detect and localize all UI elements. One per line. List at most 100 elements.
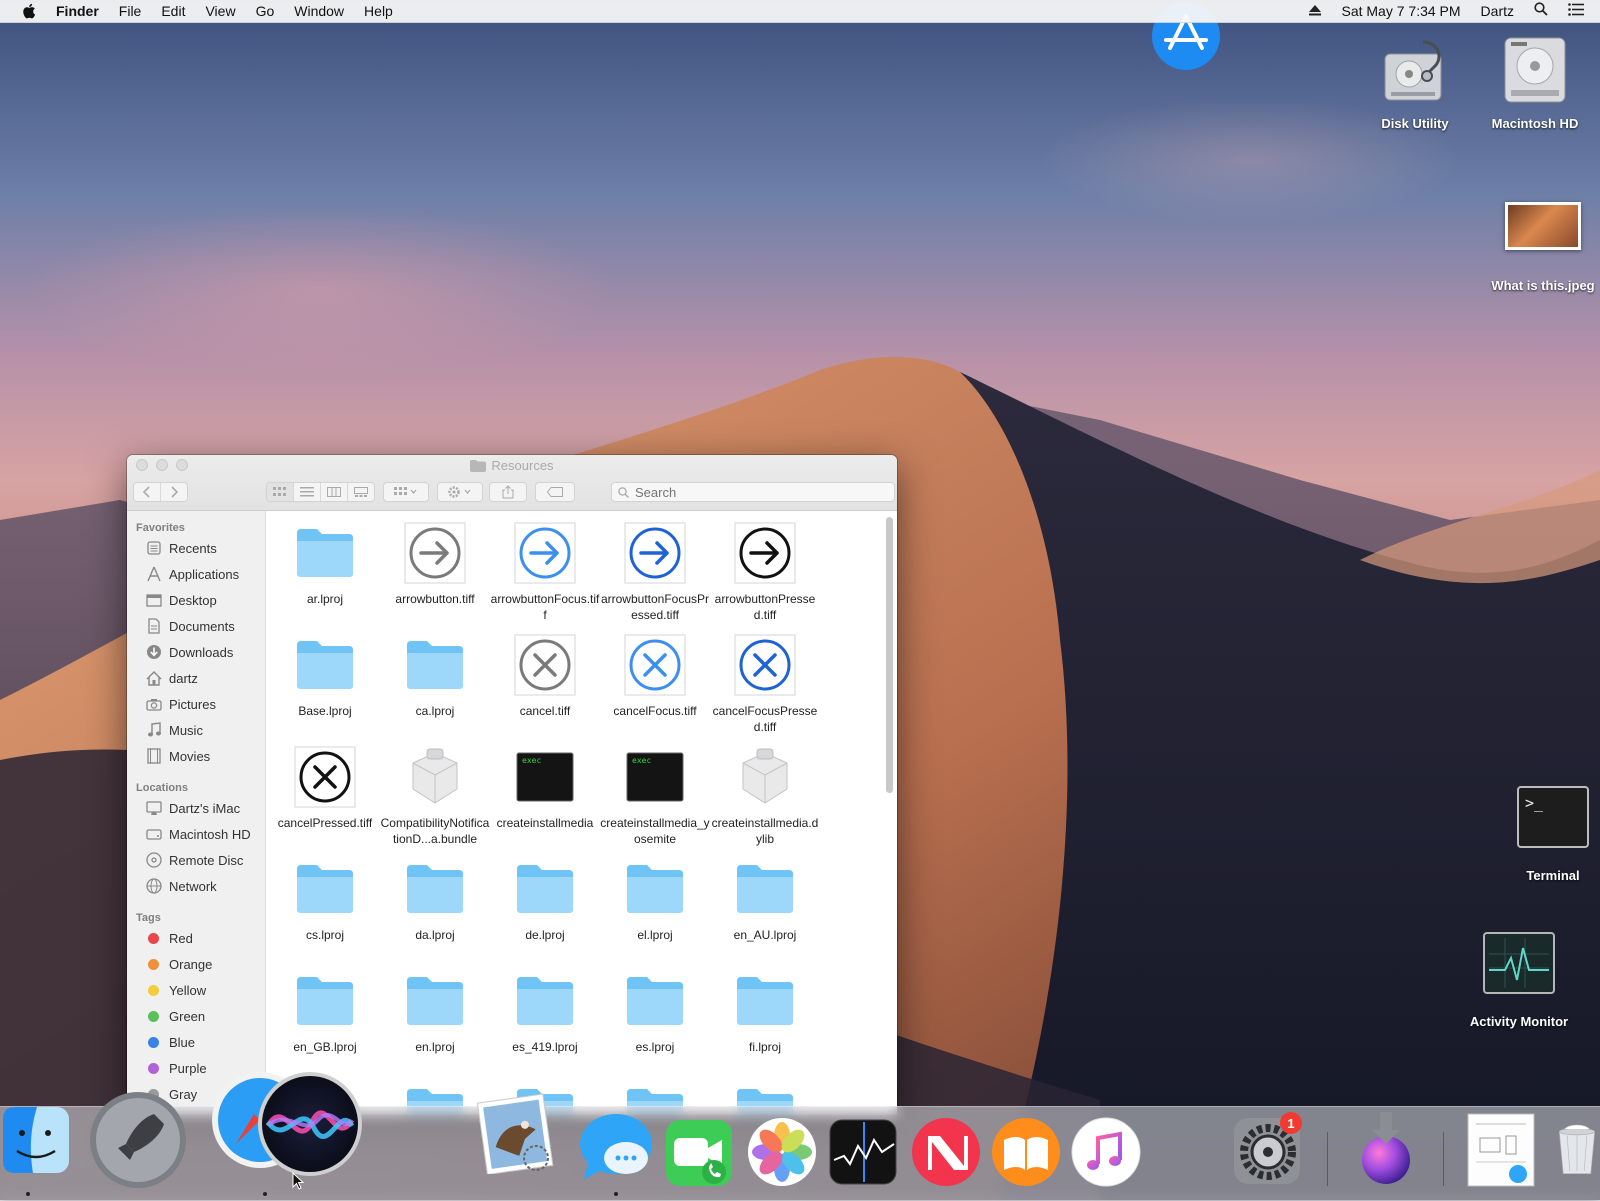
forward-button[interactable]	[161, 483, 187, 501]
menu-edit[interactable]: Edit	[151, 0, 195, 22]
sidebar-tag-orange[interactable]: Orange	[127, 951, 265, 977]
dock-books-icon[interactable]	[990, 1116, 1062, 1188]
sidebar-item-music[interactable]: Music	[127, 717, 265, 743]
sidebar-item-label: Yellow	[169, 982, 207, 998]
menu-file[interactable]: File	[109, 0, 152, 22]
file-item-base-lproj[interactable]: Base.lproj	[270, 633, 380, 719]
file-item-compatibilitynotificationd-a-bundle[interactable]: CompatibilityNotificationD...a.bundle	[380, 745, 490, 847]
eject-icon[interactable]	[1299, 0, 1331, 22]
sidebar-item-desktop[interactable]: Desktop	[127, 587, 265, 613]
back-button[interactable]	[134, 483, 161, 501]
sidebar-item-macintosh-hd[interactable]: Macintosh HD	[127, 821, 265, 847]
dock-preview-icon[interactable]	[1464, 1112, 1538, 1188]
file-item-cancelfocuspressed-tiff[interactable]: cancelFocusPressed.tiff	[710, 633, 820, 735]
file-name: cancel.tiff	[519, 704, 571, 718]
dock-trash-icon[interactable]	[1554, 1112, 1600, 1188]
sidebar-item-applications[interactable]: Applications	[127, 561, 265, 587]
file-item-es-lproj[interactable]: es.lproj	[600, 969, 710, 1055]
menu-go[interactable]: Go	[246, 0, 285, 22]
sidebar-item-imac[interactable]: Dartz's iMac	[127, 795, 265, 821]
dock-messages-icon[interactable]	[578, 1112, 654, 1184]
dock-news-icon[interactable]	[910, 1116, 982, 1188]
apple-menu-icon[interactable]	[18, 3, 40, 19]
file-item-en-au-lproj[interactable]: en_AU.lproj	[710, 857, 820, 943]
desktop-activity-monitor[interactable]: Activity Monitor	[1466, 932, 1572, 1029]
file-item-cancel-tiff[interactable]: cancel.tiff	[490, 633, 600, 719]
search-input[interactable]	[633, 483, 877, 501]
mouse-cursor-icon	[292, 1171, 305, 1193]
file-item-fi-lproj[interactable]: fi.lproj	[710, 969, 820, 1055]
menu-window[interactable]: Window	[284, 0, 354, 22]
list-view-button[interactable]	[294, 483, 321, 501]
file-item-ca-lproj[interactable]: ca.lproj	[380, 633, 490, 719]
sidebar-item-movies[interactable]: Movies	[127, 743, 265, 769]
finder-titlebar: Resources	[127, 455, 897, 511]
sidebar-item-recents[interactable]: Recents	[127, 535, 265, 561]
file-item-createinstallmedia-yosemite[interactable]: exec createinstallmedia_yosemite	[600, 745, 710, 847]
file-item-arrowbuttonpressed-tiff[interactable]: arrowbuttonPressed.tiff	[710, 521, 820, 623]
desktop-macintosh-hd[interactable]: Macintosh HD	[1482, 32, 1588, 131]
file-item-de-lproj[interactable]: de.lproj	[490, 857, 600, 943]
file-item-createinstallmedia-dylib[interactable]: createinstallmedia.dylib	[710, 745, 820, 847]
file-item-arrowbutton-tiff[interactable]: arrowbutton.tiff	[380, 521, 490, 607]
file-item-en-gb-lproj[interactable]: en_GB.lproj	[270, 969, 380, 1055]
sidebar-item-dartz[interactable]: dartz	[127, 665, 265, 691]
activity-monitor-label: Activity Monitor	[1469, 1014, 1569, 1029]
dock-finder-icon[interactable]	[2, 1106, 70, 1174]
file-item-en-lproj[interactable]: en.lproj	[380, 969, 490, 1055]
dock-music-icon[interactable]	[1070, 1116, 1142, 1188]
sidebar-item-remote-disc[interactable]: Remote Disc	[127, 847, 265, 873]
siri-icon	[258, 1072, 362, 1176]
menu-view[interactable]: View	[195, 0, 245, 22]
share-icon	[502, 485, 514, 499]
file-item-createinstallmedia[interactable]: exec createinstallmedia	[490, 745, 600, 831]
sidebar-tag-green[interactable]: Green	[127, 1003, 265, 1029]
group-by-button[interactable]	[383, 482, 429, 502]
dock-facetime-icon[interactable]	[664, 1118, 734, 1188]
menu-app-name[interactable]: Finder	[54, 0, 109, 22]
sidebar-tag-blue[interactable]: Blue	[127, 1029, 265, 1055]
file-item-cs-lproj[interactable]: cs.lproj	[270, 857, 380, 943]
sidebar-tag-yellow[interactable]: Yellow	[127, 977, 265, 1003]
dock-installer-icon[interactable]	[1350, 1108, 1422, 1188]
file-item-cancelpressed-tiff[interactable]: cancelPressed.tiff	[270, 745, 380, 831]
sidebar-item-downloads[interactable]: Downloads	[127, 639, 265, 665]
file-item-arrowbuttonfocuspressed-tiff[interactable]: arrowbuttonFocusPressed.tiff	[600, 521, 710, 623]
desktop-terminal[interactable]: >_ Terminal	[1500, 786, 1600, 883]
search-field[interactable]	[611, 482, 895, 502]
column-view-button[interactable]	[321, 483, 348, 501]
menu-help[interactable]: Help	[354, 0, 403, 22]
vertical-scrollbar[interactable]	[886, 517, 893, 793]
sidebar-item-network[interactable]: Network	[127, 873, 265, 899]
icon-view-button[interactable]	[267, 483, 294, 501]
menu-clock[interactable]: Sat May 7 7:34 PM	[1331, 0, 1470, 22]
sidebar-tag-red[interactable]: Red	[127, 925, 265, 951]
dock-system-preferences-icon[interactable]: 1	[1232, 1112, 1304, 1188]
notification-center-icon[interactable]	[1558, 0, 1600, 22]
documents-icon	[145, 618, 163, 634]
dock-siri-icon[interactable]	[256, 1070, 364, 1178]
file-item-el-lproj[interactable]: el.lproj	[600, 857, 710, 943]
menu-user[interactable]: Dartz	[1471, 0, 1524, 22]
desktop-disk-utility[interactable]: Disk Utility	[1362, 32, 1468, 131]
file-item-ar-lproj[interactable]: ar.lproj	[270, 521, 380, 607]
edit-tags-button[interactable]	[535, 482, 575, 502]
dock-mail-icon[interactable]	[476, 1092, 558, 1174]
cancel-button-icon	[490, 633, 600, 697]
file-item-da-lproj[interactable]: da.lproj	[380, 857, 490, 943]
file-item-es-419-lproj[interactable]: es_419.lproj	[490, 969, 600, 1055]
desktop-what-is-this-jpeg[interactable]: What is this.jpeg	[1488, 202, 1598, 293]
file-item-cancelfocus-tiff[interactable]: cancelFocus.tiff	[600, 633, 710, 719]
gallery-view-button[interactable]	[348, 483, 374, 501]
sidebar-item-pictures[interactable]: Pictures	[127, 691, 265, 717]
dock-photos-icon[interactable]	[746, 1116, 818, 1188]
spotlight-icon[interactable]	[1524, 0, 1558, 22]
action-menu-button[interactable]	[437, 482, 483, 502]
share-button[interactable]	[489, 482, 527, 502]
dock-separator	[1443, 1132, 1444, 1186]
dock-stocks-icon[interactable]	[828, 1116, 900, 1188]
window-title: Resources	[127, 458, 897, 473]
dock-launchpad-icon[interactable]	[88, 1090, 188, 1190]
file-item-arrowbuttonfocus-tiff[interactable]: arrowbuttonFocus.tiff	[490, 521, 600, 623]
sidebar-item-documents[interactable]: Documents	[127, 613, 265, 639]
